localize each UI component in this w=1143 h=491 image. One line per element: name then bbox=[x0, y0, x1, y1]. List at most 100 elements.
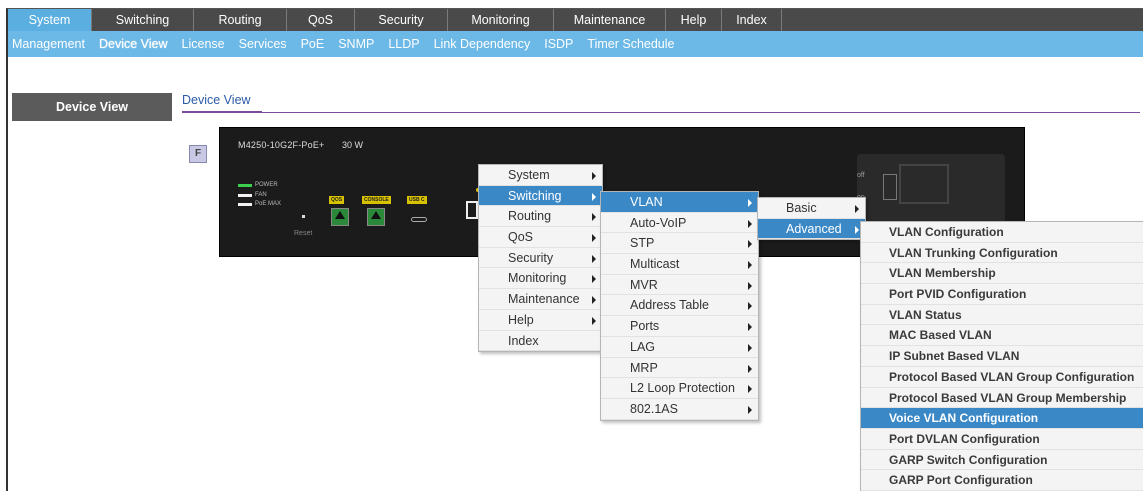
menu-item-lag[interactable]: LAG bbox=[601, 337, 758, 358]
menu-item-mvr[interactable]: MVR bbox=[601, 275, 758, 296]
chevron-right-icon bbox=[855, 205, 859, 213]
front-view-button[interactable]: F bbox=[189, 145, 207, 163]
chevron-right-icon bbox=[592, 316, 596, 325]
psu-off-label: off bbox=[857, 172, 865, 179]
console-port-icon[interactable] bbox=[367, 208, 385, 226]
device-model: M4250-10G2F-PoE+ bbox=[238, 140, 325, 150]
menu-item-ip-subnet-based-vlan[interactable]: IP Subnet Based VLAN bbox=[861, 346, 1143, 367]
chevron-right-icon bbox=[748, 364, 752, 373]
reset-button[interactable] bbox=[302, 215, 305, 218]
menu-item-mrp[interactable]: MRP bbox=[601, 358, 758, 379]
tab-routing[interactable]: Routing bbox=[194, 9, 287, 31]
menu-item-system[interactable]: System bbox=[479, 165, 602, 186]
tab-system[interactable]: System bbox=[8, 9, 92, 31]
chevron-right-icon bbox=[592, 296, 596, 305]
subnav-link-dependency[interactable]: Link Dependency bbox=[434, 37, 531, 51]
menu-item-garp-port-configuration[interactable]: GARP Port Configuration bbox=[861, 470, 1143, 491]
chevron-right-icon bbox=[748, 240, 752, 249]
tab-help[interactable]: Help bbox=[666, 9, 722, 31]
subnav-poe[interactable]: PoE bbox=[301, 37, 325, 51]
menu-item-auto-voip[interactable]: Auto-VoIP bbox=[601, 213, 758, 234]
subnav-snmp[interactable]: SNMP bbox=[338, 37, 374, 51]
port-label-console: CONSOLE bbox=[362, 196, 391, 204]
led-poe-row: PoE MAX bbox=[238, 201, 281, 207]
context-menu-main: System Switching Routing QoS Security Mo… bbox=[478, 164, 603, 353]
menu-item-vlan[interactable]: VLAN bbox=[601, 192, 758, 213]
top-nav: System Switching Routing QoS Security Mo… bbox=[8, 9, 1143, 31]
chevron-right-icon bbox=[592, 234, 596, 243]
tab-switching[interactable]: Switching bbox=[92, 9, 194, 31]
power-led-icon bbox=[238, 183, 252, 187]
led-label: FAN bbox=[255, 192, 267, 198]
chevron-right-icon bbox=[748, 405, 752, 414]
menu-item-index[interactable]: Index bbox=[479, 331, 602, 352]
app-frame: System Switching Routing QoS Security Mo… bbox=[6, 8, 1143, 491]
chevron-right-icon bbox=[748, 219, 752, 228]
subnav-management[interactable]: Management bbox=[12, 37, 85, 51]
menu-item-security[interactable]: Security bbox=[479, 248, 602, 269]
menu-item-vlan-configuration[interactable]: VLAN Configuration bbox=[861, 222, 1143, 243]
chevron-right-icon bbox=[592, 254, 596, 263]
chevron-right-icon bbox=[748, 302, 752, 311]
subnav-device-view[interactable]: Device View bbox=[99, 37, 168, 51]
tab-index[interactable]: Index bbox=[722, 9, 782, 31]
tab-qos[interactable]: QoS bbox=[287, 9, 355, 31]
led-power-row: POWER bbox=[238, 182, 278, 188]
subnav-timer-schedule[interactable]: Timer Schedule bbox=[587, 37, 674, 51]
menu-item-802-1as[interactable]: 802.1AS bbox=[601, 399, 758, 420]
reset-label: Reset bbox=[294, 230, 313, 237]
menu-item-voice-vlan-configuration[interactable]: Voice VLAN Configuration bbox=[861, 408, 1143, 429]
menu-item-protocol-vlan-group-configuration[interactable]: Protocol Based VLAN Group Configuration bbox=[861, 367, 1143, 388]
subnav-isdp[interactable]: ISDP bbox=[544, 37, 573, 51]
chevron-right-icon bbox=[592, 275, 596, 284]
menu-item-switching[interactable]: Switching bbox=[479, 185, 602, 207]
subnav-lldp[interactable]: LLDP bbox=[388, 37, 419, 51]
context-menu-advanced: VLAN Configuration VLAN Trunking Configu… bbox=[860, 221, 1143, 491]
qos-port-icon[interactable] bbox=[331, 208, 349, 226]
chevron-right-icon bbox=[592, 192, 596, 201]
power-switch-icon[interactable] bbox=[883, 174, 897, 200]
chevron-right-icon bbox=[855, 225, 859, 234]
chevron-right-icon bbox=[748, 343, 752, 352]
menu-item-qos[interactable]: QoS bbox=[479, 227, 602, 248]
context-menu-switching: VLAN Auto-VoIP STP Multicast MVR Address… bbox=[600, 191, 759, 421]
subnav-services[interactable]: Services bbox=[239, 37, 287, 51]
menu-item-advanced[interactable]: Advanced bbox=[758, 218, 865, 240]
menu-item-l2-loop-protection[interactable]: L2 Loop Protection bbox=[601, 378, 758, 399]
port-label-qos: QOS bbox=[329, 196, 345, 204]
context-menu-vlan: Basic Advanced bbox=[757, 197, 866, 241]
menu-item-garp-switch-configuration[interactable]: GARP Switch Configuration bbox=[861, 450, 1143, 471]
tab-security[interactable]: Security bbox=[355, 9, 448, 31]
menu-item-address-table[interactable]: Address Table bbox=[601, 295, 758, 317]
subnav-license[interactable]: License bbox=[182, 37, 225, 51]
usb-c-port-icon[interactable] bbox=[411, 217, 427, 222]
menu-item-stp[interactable]: STP bbox=[601, 233, 758, 255]
menu-item-help[interactable]: Help bbox=[479, 310, 602, 331]
menu-item-routing[interactable]: Routing bbox=[479, 206, 602, 228]
tab-monitoring[interactable]: Monitoring bbox=[448, 9, 554, 31]
title-divider bbox=[182, 112, 1140, 113]
chevron-right-icon bbox=[748, 385, 752, 394]
led-fan-row: FAN bbox=[238, 192, 267, 198]
menu-item-monitoring[interactable]: Monitoring bbox=[479, 268, 602, 290]
menu-item-protocol-vlan-group-membership[interactable]: Protocol Based VLAN Group Membership bbox=[861, 388, 1143, 409]
menu-item-mac-based-vlan[interactable]: MAC Based VLAN bbox=[861, 325, 1143, 347]
port-label-usbc: USB C bbox=[407, 196, 427, 204]
menu-item-port-pvid-configuration[interactable]: Port PVID Configuration bbox=[861, 284, 1143, 305]
tab-maintenance[interactable]: Maintenance bbox=[554, 9, 666, 31]
menu-item-multicast[interactable]: Multicast bbox=[601, 254, 758, 275]
power-socket-icon bbox=[899, 164, 949, 204]
menu-item-maintenance[interactable]: Maintenance bbox=[479, 289, 602, 310]
menu-item-vlan-status[interactable]: VLAN Status bbox=[861, 305, 1143, 326]
chevron-right-icon bbox=[592, 172, 596, 180]
chevron-right-icon bbox=[748, 323, 752, 332]
sfp-port-icon[interactable] bbox=[466, 201, 478, 219]
chevron-right-icon bbox=[748, 199, 752, 207]
device-watt: 30 W bbox=[342, 140, 364, 150]
menu-item-basic[interactable]: Basic bbox=[758, 198, 865, 219]
menu-item-port-dvlan-configuration[interactable]: Port DVLAN Configuration bbox=[861, 429, 1143, 450]
menu-item-vlan-membership[interactable]: VLAN Membership bbox=[861, 263, 1143, 285]
sidebar-item-device-view[interactable]: Device View bbox=[12, 93, 172, 121]
menu-item-ports[interactable]: Ports bbox=[601, 316, 758, 337]
menu-item-vlan-trunking-configuration[interactable]: VLAN Trunking Configuration bbox=[861, 243, 1143, 264]
